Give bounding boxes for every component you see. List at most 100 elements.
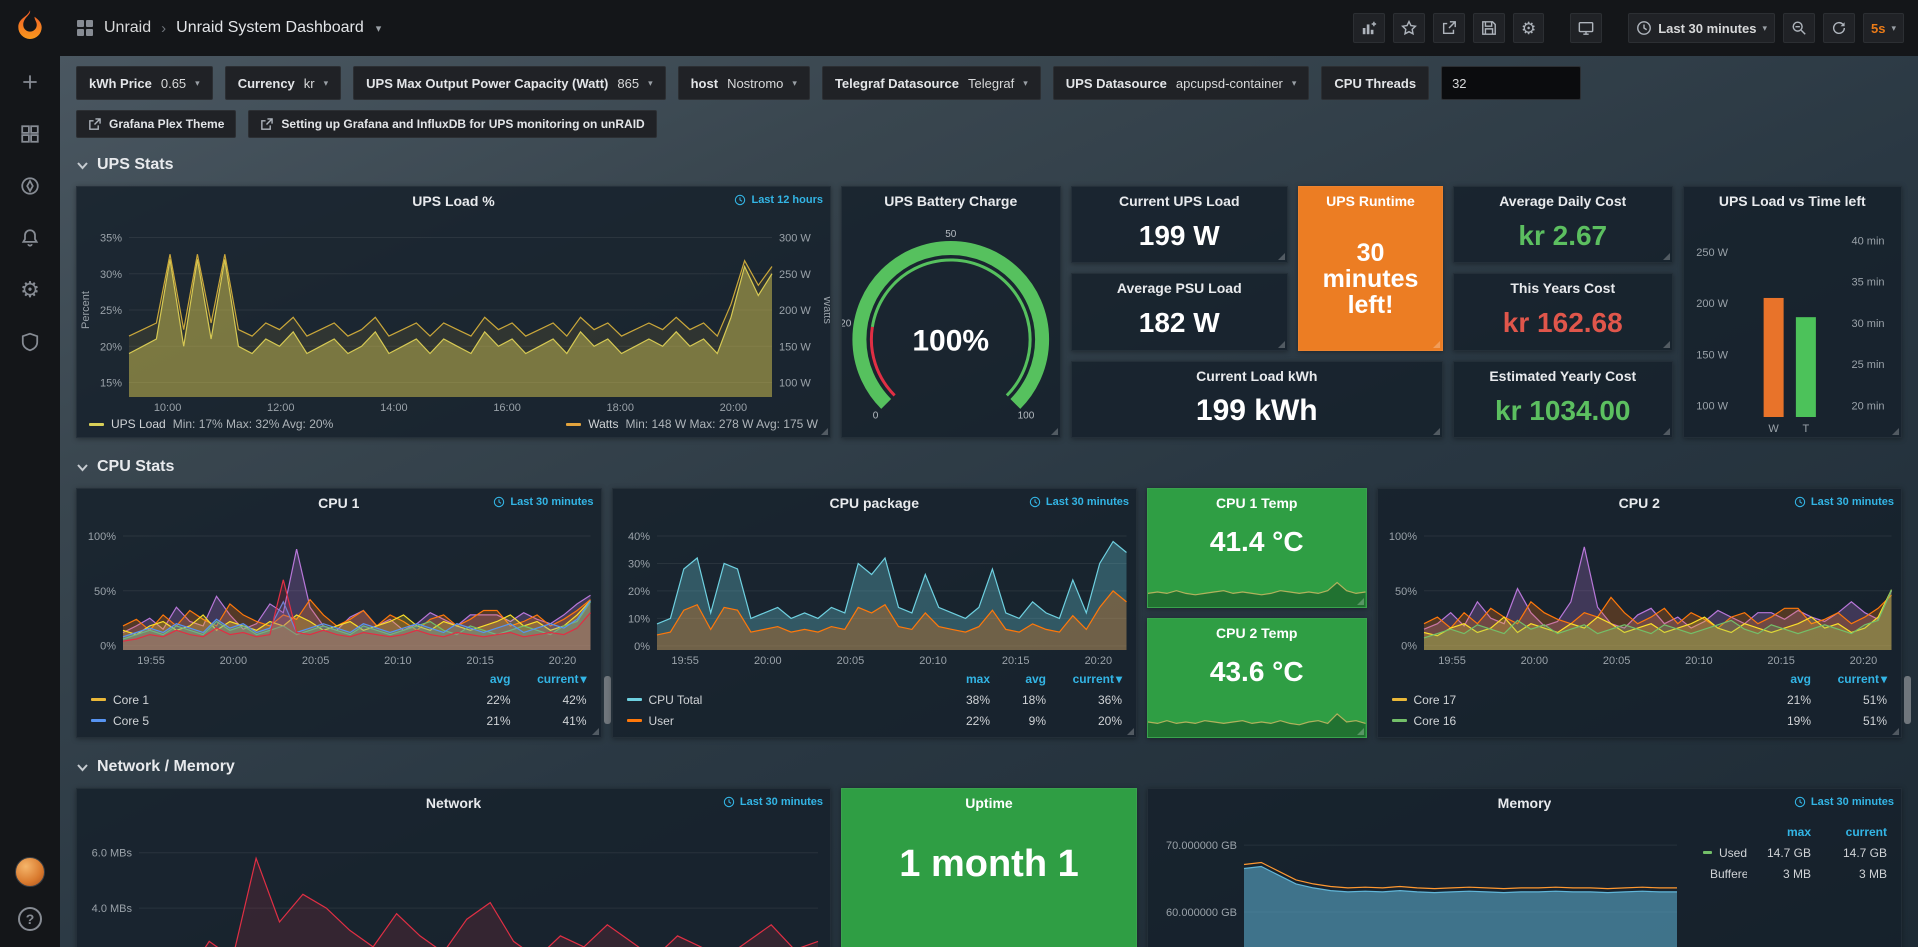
dashboard-title-caret-icon[interactable]: ▾ [376, 22, 382, 35]
network-chart[interactable]: 2.0 MBs4.0 MBs6.0 MBs19:5520:0020:0520:1… [77, 817, 830, 947]
panel-title[interactable]: Estimated Yearly Cost [1489, 368, 1636, 384]
user-avatar[interactable] [15, 857, 45, 887]
legend-sort-current[interactable]: current▾ [1046, 672, 1122, 686]
legend-row[interactable]: Core 16 19%51% [1392, 710, 1888, 731]
share-button[interactable] [1433, 13, 1465, 43]
legend-item[interactable]: UPS Load Min: 17% Max: 32% Avg: 20% [89, 417, 333, 431]
settings-gear-button[interactable]: ⚙ [1513, 13, 1544, 43]
network-memory-row: Network Last 30 minutes 2.0 MBs4.0 MBs6.… [76, 788, 1902, 947]
section-cpu-stats[interactable]: CPU Stats [76, 452, 1902, 482]
panel-title[interactable]: Average PSU Load [1117, 280, 1242, 296]
svg-text:0: 0 [873, 411, 879, 422]
configuration-gear-icon[interactable]: ⚙ [18, 278, 42, 302]
alerting-bell-icon[interactable] [18, 226, 42, 250]
panel-title[interactable]: CPU 1 Temp [1216, 495, 1297, 511]
legend-sort-current[interactable]: current [1811, 825, 1887, 839]
panel-title[interactable]: Average Daily Cost [1499, 193, 1626, 209]
legend-sort-avg[interactable]: avg [990, 672, 1046, 686]
create-plus-icon[interactable] [18, 70, 42, 94]
time-range-picker[interactable]: Last 30 minutes ▾ [1628, 13, 1775, 43]
panel-title[interactable]: CPU package [830, 495, 919, 511]
legend-sort-current[interactable]: current▾ [1811, 672, 1887, 686]
variable-ups-max-output[interactable]: UPS Max Output Power Capacity (Watt) 865… [353, 66, 665, 100]
cpu1-chart[interactable]: 0%50%100%19:5520:0020:0520:1020:1520:20 [77, 517, 601, 668]
dashboard-title[interactable]: Unraid System Dashboard [176, 19, 364, 37]
panel-title[interactable]: Current Load kWh [1196, 368, 1317, 384]
explore-compass-icon[interactable] [18, 174, 42, 198]
section-network-memory[interactable]: Network / Memory [76, 752, 1902, 782]
variable-host[interactable]: host Nostromo ▾ [678, 66, 810, 100]
panel-title[interactable]: Current UPS Load [1119, 193, 1240, 209]
variable-ups-datasource[interactable]: UPS Datasource apcupsd-container ▾ [1053, 66, 1310, 100]
panel-time-badge[interactable]: Last 30 minutes [1794, 796, 1894, 808]
legend-row[interactable]: Buffered 3 MB3 MB [1703, 863, 1887, 884]
add-panel-button[interactable] [1353, 13, 1385, 43]
legend-row[interactable]: Used 14.7 GB14.7 GB [1703, 842, 1887, 863]
panel-average-psu-load: Average PSU Load 182 W [1071, 273, 1289, 350]
legend-row[interactable]: Core 17 21%51% [1392, 689, 1888, 710]
variable-telegraf-datasource[interactable]: Telegraf Datasource Telegraf ▾ [822, 66, 1041, 100]
svg-text:50%: 50% [1394, 586, 1416, 598]
refresh-interval-picker[interactable]: 5s ▾ [1863, 13, 1904, 43]
svg-text:40 min: 40 min [1851, 235, 1884, 247]
refresh-button[interactable] [1823, 13, 1855, 43]
panel-title[interactable]: CPU 2 Temp [1216, 625, 1297, 641]
section-ups-stats[interactable]: UPS Stats [76, 150, 1902, 180]
panel-title[interactable]: Network [426, 795, 481, 811]
legend-sort-avg[interactable]: avg [447, 672, 511, 686]
legend-row[interactable]: Core 5 21%41% [91, 710, 587, 731]
cycle-view-monitor-button[interactable] [1570, 13, 1602, 43]
save-button[interactable] [1473, 13, 1505, 43]
panel-time-badge[interactable]: Last 12 hours [734, 194, 823, 206]
link-ups-monitoring-guide[interactable]: Setting up Grafana and InfluxDB for UPS … [248, 110, 656, 138]
legend-row[interactable]: User 22%9%20% [627, 710, 1123, 731]
panel-uptime: Uptime 1 month 1 [841, 788, 1137, 947]
variable-currency[interactable]: Currency kr ▾ [225, 66, 341, 100]
help-icon[interactable]: ? [18, 907, 42, 931]
memory-chart[interactable]: 50.000000 GB60.000000 GB70.000000 GB19:5… [1148, 817, 1689, 947]
cpu-package-chart[interactable]: 0%10%20%30%40%19:5520:0020:0520:1020:152… [613, 517, 1137, 668]
ups-stat-cluster: Current UPS Load 199 W Average PSU Load … [1071, 186, 1444, 438]
legend-sort-max[interactable]: max [1747, 825, 1811, 839]
panel-title[interactable]: UPS Battery Charge [884, 193, 1017, 209]
legend-sort-max[interactable]: max [934, 672, 990, 686]
panel-title[interactable]: Uptime [965, 795, 1012, 811]
panel-time-badge[interactable]: Last 30 minutes [1794, 496, 1894, 508]
panel-title[interactable]: Memory [1498, 795, 1552, 811]
ups-bar-gauge[interactable]: 100 W150 W200 W250 W20 min25 min30 min35… [1684, 215, 1902, 437]
grafana-logo-icon[interactable] [12, 8, 48, 44]
stat-value: 1 month 1 [842, 843, 1136, 886]
legend-scrollbar[interactable] [604, 676, 611, 724]
zoom-out-button[interactable] [1783, 13, 1815, 43]
legend-row[interactable]: CPU Total 38%18%36% [627, 689, 1123, 710]
panel-title[interactable]: UPS Load vs Time left [1719, 193, 1866, 209]
dashboards-icon[interactable] [18, 122, 42, 146]
legend-scrollbar[interactable] [1904, 676, 1911, 724]
breadcrumb-folder[interactable]: Unraid [104, 19, 151, 37]
panel-time-badge[interactable]: Last 30 minutes [723, 796, 823, 808]
panel-time-badge[interactable]: Last 30 minutes [1029, 496, 1129, 508]
panel-title[interactable]: UPS Runtime [1326, 193, 1415, 209]
legend-sort-avg[interactable]: avg [1747, 672, 1811, 686]
variable-kwh-price[interactable]: kWh Price 0.65 ▾ [76, 66, 213, 100]
panel-title[interactable]: UPS Load % [412, 193, 494, 209]
panel-title[interactable]: CPU 1 [318, 495, 359, 511]
stat-value: 199 kWh [1072, 390, 1443, 437]
clock-icon [1636, 20, 1652, 36]
panel-title[interactable]: CPU 2 [1619, 495, 1660, 511]
link-grafana-plex-theme[interactable]: Grafana Plex Theme [76, 110, 236, 138]
legend-row[interactable]: Core 1 22%42% [91, 689, 587, 710]
ups-load-chart[interactable]: 15%20%25%30%35%100 W150 W200 W250 W300 W… [77, 215, 830, 415]
star-button[interactable] [1393, 13, 1425, 43]
apps-grid-icon[interactable] [76, 19, 94, 37]
server-admin-shield-icon[interactable] [18, 330, 42, 354]
legend-item[interactable]: Watts Min: 148 W Max: 278 W Avg: 175 W [566, 417, 818, 431]
panel-time-badge[interactable]: Last 30 minutes [493, 496, 593, 508]
cpu2-chart[interactable]: 0%50%100%19:5520:0020:0520:1020:1520:20 [1378, 517, 1902, 668]
battery-gauge[interactable]: 02050100100% [842, 215, 1060, 437]
legend-sort-current[interactable]: current▾ [511, 672, 587, 686]
panel-title[interactable]: This Years Cost [1510, 280, 1615, 296]
legend-color-dash [627, 698, 642, 701]
svg-text:20:20: 20:20 [1849, 655, 1877, 667]
cpu-threads-input[interactable] [1441, 66, 1581, 100]
